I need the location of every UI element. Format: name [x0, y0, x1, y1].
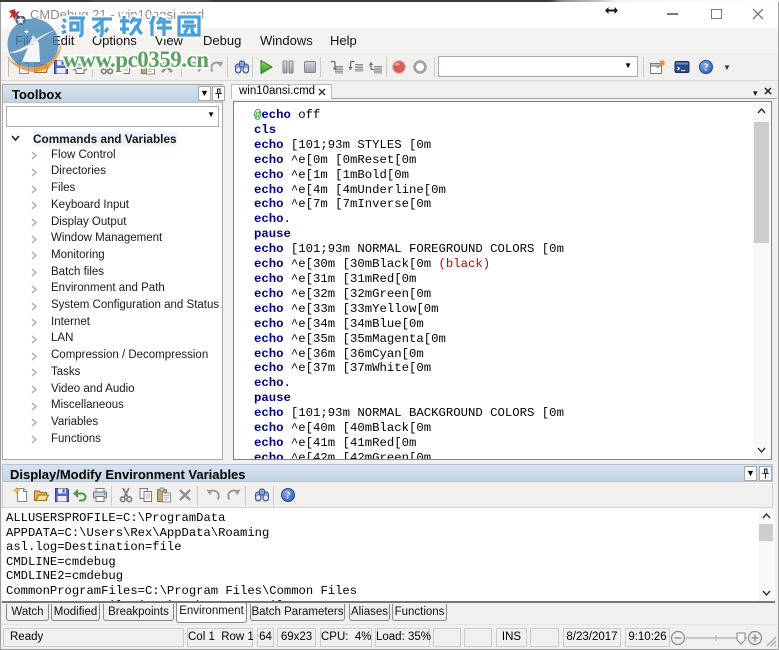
- svg-text:?: ?: [285, 491, 290, 502]
- svg-text:?: ?: [703, 63, 708, 74]
